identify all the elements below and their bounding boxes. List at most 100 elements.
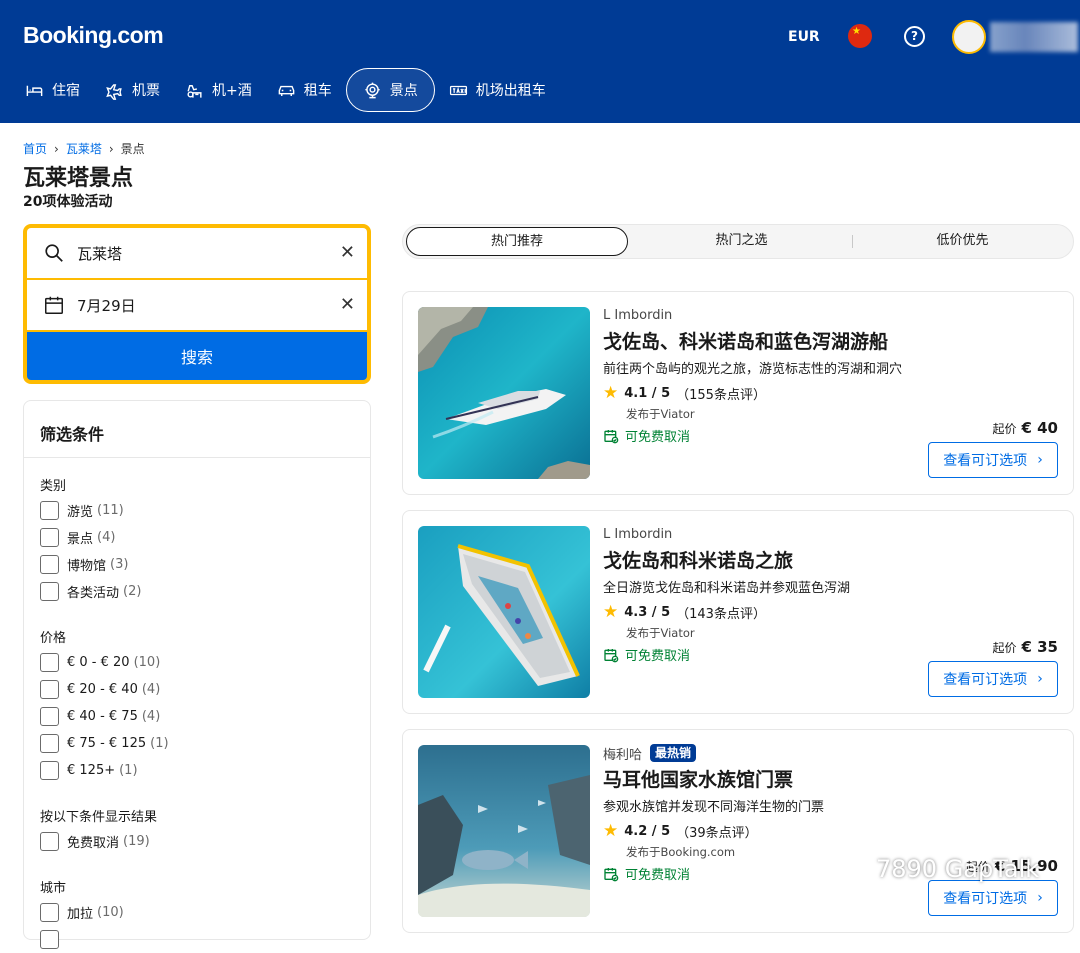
- help-icon[interactable]: ?: [904, 26, 925, 47]
- taxi-icon: [449, 85, 467, 95]
- checkbox[interactable]: [40, 734, 59, 753]
- price: 起价 € 40: [992, 419, 1058, 437]
- filter-option[interactable]: 游览 (11): [40, 497, 354, 524]
- avatar[interactable]: [952, 20, 986, 54]
- filter-count: (1): [150, 736, 169, 751]
- checkbox[interactable]: [40, 555, 59, 574]
- filter-count: (4): [97, 530, 116, 545]
- attraction-image-ferry[interactable]: [418, 526, 590, 698]
- card-title[interactable]: 马耳他国家水族馆门票: [603, 768, 1063, 792]
- filter-count: (1): [119, 763, 138, 778]
- date-field[interactable]: 7月29日 ✕: [27, 280, 367, 330]
- clear-location-icon[interactable]: ✕: [340, 242, 355, 263]
- breadcrumb-current: 景点: [120, 142, 145, 156]
- nav-car-rental[interactable]: 租车: [266, 68, 343, 112]
- supplier-name: L Imbordin: [603, 306, 1063, 324]
- view-availability-button[interactable]: 查看可订选项 ›: [928, 661, 1058, 697]
- nav-attractions[interactable]: 景点: [345, 68, 435, 112]
- tab-popular[interactable]: 热门推荐: [406, 227, 628, 256]
- price-prefix: 起价: [992, 422, 1017, 436]
- attraction-image-boat[interactable]: [418, 307, 590, 479]
- filter-option[interactable]: € 20 - € 40 (4): [40, 676, 354, 703]
- button-label: 查看可订选项: [943, 672, 1028, 688]
- filter-option[interactable]: 各类活动 (2): [40, 578, 354, 605]
- nav-airport-taxi[interactable]: 机场出租车: [438, 68, 557, 112]
- filter-option[interactable]: 加拉 (10): [40, 899, 354, 926]
- rating: ★ 4.3 / 5 （143条点评）: [603, 603, 1063, 623]
- checkbox[interactable]: [40, 528, 59, 547]
- chevron-right-icon: ›: [1037, 671, 1043, 687]
- checkbox[interactable]: [40, 832, 59, 851]
- filter-option[interactable]: € 0 - € 20 (10): [40, 649, 354, 676]
- main-nav: 住宿 机票 机+酒 租车 景点 机场出租车: [14, 68, 560, 112]
- breadcrumb-home[interactable]: 首页: [23, 140, 47, 157]
- card-title[interactable]: 戈佐岛和科米诺岛之旅: [603, 549, 1063, 573]
- filter-group-category: 类别 游览 (11) 景点 (4) 博物馆 (3) 各类活动 (2): [24, 458, 370, 605]
- supplier-text: L Imbordin: [603, 307, 673, 323]
- attraction-card[interactable]: L Imbordin 戈佐岛、科米诺岛和蓝色泻湖游船 前往两个岛屿的观光之旅，游…: [402, 291, 1074, 495]
- nav-label: 住宿: [52, 83, 80, 99]
- nav-label: 机+酒: [212, 83, 252, 99]
- filter-count: (11): [97, 503, 124, 518]
- filter-label: € 75 - € 125: [67, 736, 147, 751]
- currency-selector[interactable]: EUR: [788, 29, 820, 45]
- filter-option[interactable]: € 40 - € 75 (4): [40, 703, 354, 730]
- nav-flight-hotel[interactable]: 机+酒: [174, 68, 263, 112]
- filter-count: (10): [133, 655, 161, 670]
- calendar-check-icon: [604, 648, 619, 662]
- supplier-text: L Imbordin: [603, 526, 673, 542]
- filter-option[interactable]: € 75 - € 125 (1): [40, 730, 354, 757]
- filter-label: 景点: [67, 532, 94, 547]
- clear-date-icon[interactable]: ✕: [340, 294, 355, 315]
- chevron-right-icon: ›: [54, 141, 59, 156]
- cancel-text: 可免费取消: [625, 649, 691, 664]
- cancel-text: 可免费取消: [625, 868, 691, 883]
- filter-option[interactable]: 免费取消 (19): [40, 828, 354, 855]
- language-flag-icon[interactable]: ★: [848, 24, 872, 48]
- filter-option[interactable]: 博物馆 (3): [40, 551, 354, 578]
- attraction-card[interactable]: 梅利哈 最热销 马耳他国家水族馆门票 参观水族馆并发现不同海洋生物的门票 ★ 4.2…: [402, 729, 1074, 933]
- filter-label: € 125+: [67, 763, 116, 778]
- filter-group-city: 城市 加拉 (10): [24, 855, 370, 953]
- watermark-text: 7890 GapTalk: [876, 855, 1040, 883]
- attraction-image-aquarium[interactable]: [418, 745, 590, 917]
- chevron-right-icon: ›: [1037, 890, 1043, 906]
- checkbox[interactable]: [40, 707, 59, 726]
- bed-icon: [26, 85, 43, 96]
- bestseller-badge: 最热销: [650, 744, 697, 762]
- checkbox[interactable]: [40, 903, 59, 922]
- tab-top-picks[interactable]: 热门之选: [631, 227, 852, 256]
- star-icon: ★: [603, 383, 619, 403]
- page-title: 瓦莱塔景点: [23, 166, 134, 191]
- filter-count: (4): [141, 709, 161, 724]
- filter-count: (19): [123, 834, 150, 849]
- attraction-card[interactable]: L Imbordin 戈佐岛和科米诺岛之旅 全日游览戈佐岛和科米诺岛并参观蓝色泻…: [402, 510, 1074, 714]
- filter-option[interactable]: [40, 926, 354, 953]
- filter-label: 博物馆: [67, 559, 107, 574]
- location-field[interactable]: 瓦莱塔 ✕: [27, 228, 367, 278]
- search-button[interactable]: 搜索: [27, 332, 367, 380]
- car-icon: [278, 85, 295, 96]
- filter-label: 免费取消: [67, 836, 120, 851]
- nav-flights[interactable]: 机票: [94, 68, 171, 112]
- filter-option[interactable]: 景点 (4): [40, 524, 354, 551]
- checkbox[interactable]: [40, 582, 59, 601]
- breadcrumb-city[interactable]: 瓦莱塔: [66, 140, 102, 157]
- filter-option[interactable]: € 125+ (1): [40, 757, 354, 784]
- card-title[interactable]: 戈佐岛、科米诺岛和蓝色泻湖游船: [603, 330, 1063, 354]
- nav-stays[interactable]: 住宿: [14, 68, 91, 112]
- checkbox[interactable]: [40, 653, 59, 672]
- checkbox[interactable]: [40, 761, 59, 780]
- button-label: 查看可订选项: [943, 891, 1028, 907]
- card-description: 全日游览戈佐岛和科米诺岛并参观蓝色泻湖: [603, 581, 851, 596]
- account-name-blurred[interactable]: [990, 22, 1078, 52]
- checkbox[interactable]: [40, 680, 59, 699]
- date-value: 7月29日: [77, 296, 136, 315]
- view-availability-button[interactable]: 查看可订选项 ›: [928, 442, 1058, 478]
- tab-lowest-price[interactable]: 低价优先: [852, 227, 1073, 256]
- review-count: （39条点评）: [676, 826, 758, 841]
- filters-title: 筛选条件: [24, 401, 370, 458]
- checkbox[interactable]: [40, 930, 59, 949]
- checkbox[interactable]: [40, 501, 59, 520]
- booking-logo[interactable]: Booking.com: [23, 22, 164, 49]
